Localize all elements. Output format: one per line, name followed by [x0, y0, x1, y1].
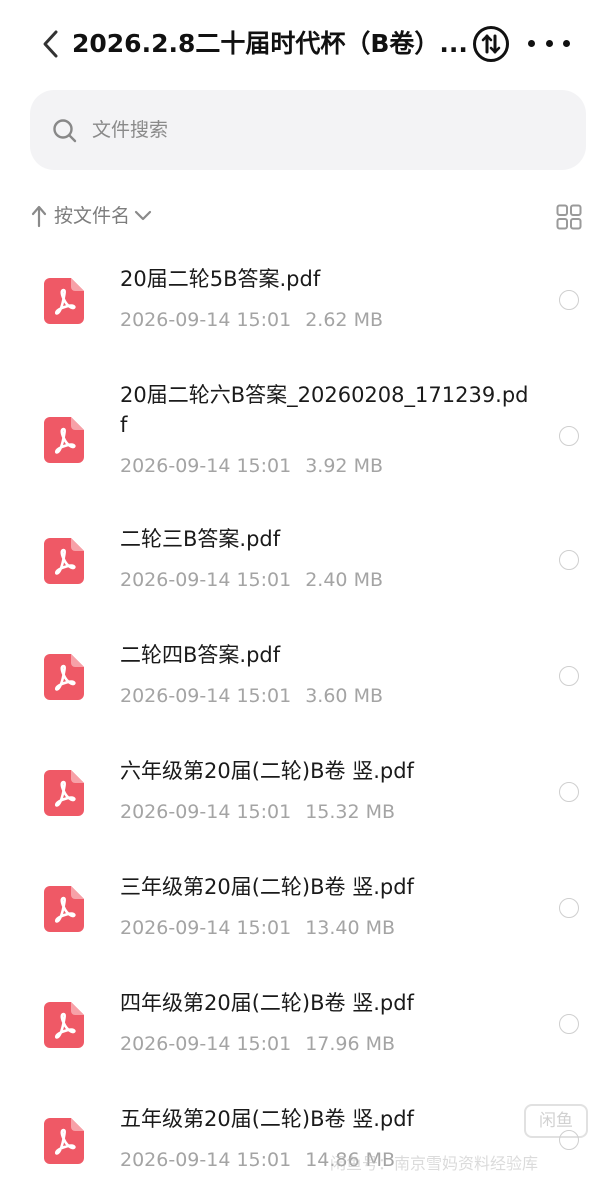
- sort-label: 按文件名: [54, 205, 131, 227]
- file-meta: 2026-09-14 15:01 3.60 MB: [120, 682, 383, 710]
- file-size: 13.40 MB: [305, 917, 396, 939]
- chevron-down-icon: [134, 210, 152, 221]
- back-button[interactable]: [36, 26, 66, 62]
- file-name: 五年级第20届(二轮)B卷 竖.pdf: [120, 1107, 414, 1131]
- file-list: 20届二轮5B答案.pdf 2026-09-14 15:01 2.62 MB 20届二…: [0, 244, 614, 1200]
- select-checkbox[interactable]: [559, 550, 579, 570]
- file-row[interactable]: 二轮四B答案.pdf 2026-09-14 15:01 3.60 MB: [0, 620, 614, 736]
- sort-circle-icon: [473, 26, 509, 62]
- page-title: 2026.2.8二十届时代杯（B卷）...: [72, 29, 468, 58]
- file-date: 2026-09-14 15:01: [120, 1149, 292, 1171]
- file-row[interactable]: 四年级第20届(二轮)B卷 竖.pdf 2026-09-14 15:01 17.96…: [0, 968, 614, 1084]
- pdf-file-icon: [44, 278, 84, 324]
- more-horizontal-icon: [563, 39, 570, 47]
- pdf-file-icon: [44, 886, 84, 932]
- file-size: 3.60 MB: [305, 685, 383, 707]
- grid-view-icon[interactable]: [556, 204, 582, 230]
- file-row[interactable]: 20届二轮5B答案.pdf 2026-09-14 15:01 2.62 MB: [0, 244, 614, 360]
- file-meta: 2026-09-14 15:01 3.92 MB: [120, 452, 383, 480]
- more-options-button[interactable]: [528, 28, 570, 58]
- chevron-left-icon: [43, 30, 58, 58]
- file-size: 2.40 MB: [305, 569, 383, 591]
- more-horizontal-icon: [528, 39, 535, 47]
- file-size: 17.96 MB: [305, 1033, 396, 1055]
- arrow-up-icon: [31, 205, 47, 228]
- file-size: 2.62 MB: [305, 309, 383, 331]
- file-row[interactable]: 三年级第20届(二轮)B卷 竖.pdf 2026-09-14 15:01 13.40…: [0, 852, 614, 968]
- file-row[interactable]: 五年级第20届(二轮)B卷 竖.pdf 2026-09-14 15:01 14.86…: [0, 1084, 614, 1200]
- pdf-file-icon: [44, 1002, 84, 1048]
- sort-toggle-button[interactable]: [472, 25, 510, 63]
- select-checkbox[interactable]: [559, 290, 579, 310]
- file-meta: 2026-09-14 15:01 2.62 MB: [120, 306, 383, 334]
- search-icon: [53, 119, 77, 143]
- file-name: 六年级第20届(二轮)B卷 竖.pdf: [120, 759, 414, 783]
- file-name: 20届二轮六B答案_20260208_171239.pdf: [120, 383, 529, 437]
- file-name: 二轮三B答案.pdf: [120, 527, 281, 551]
- pdf-file-icon: [44, 1118, 84, 1164]
- pdf-file-icon: [44, 654, 84, 700]
- file-date: 2026-09-14 15:01: [120, 569, 292, 591]
- file-size: 3.92 MB: [305, 455, 383, 477]
- file-size: 15.32 MB: [305, 801, 396, 823]
- more-horizontal-icon: [545, 39, 553, 47]
- file-meta: 2026-09-14 15:01 17.96 MB: [120, 1030, 395, 1058]
- pdf-file-icon: [44, 538, 84, 584]
- pdf-file-icon: [44, 770, 84, 816]
- file-row[interactable]: 二轮三B答案.pdf 2026-09-14 15:01 2.40 MB: [0, 504, 614, 620]
- file-meta: 2026-09-14 15:01 2.40 MB: [120, 566, 383, 594]
- search-placeholder: 文件搜索: [92, 119, 169, 141]
- file-name: 20届二轮5B答案.pdf: [120, 267, 321, 291]
- file-name: 四年级第20届(二轮)B卷 竖.pdf: [120, 991, 414, 1015]
- search-input[interactable]: 文件搜索: [30, 90, 586, 170]
- file-name: 三年级第20届(二轮)B卷 竖.pdf: [120, 875, 414, 899]
- file-row[interactable]: 20届二轮六B答案_20260208_171239.pdf 2026-09-14 …: [0, 360, 614, 504]
- file-name: 二轮四B答案.pdf: [120, 643, 281, 667]
- file-date: 2026-09-14 15:01: [120, 801, 292, 823]
- select-checkbox[interactable]: [559, 1014, 579, 1034]
- file-date: 2026-09-14 15:01: [120, 685, 292, 707]
- file-row[interactable]: 六年级第20届(二轮)B卷 竖.pdf 2026-09-14 15:01 15.32…: [0, 736, 614, 852]
- file-meta: 2026-09-14 15:01 13.40 MB: [120, 914, 395, 942]
- top-bar: 2026.2.8二十届时代杯（B卷）...: [0, 0, 614, 86]
- file-date: 2026-09-14 15:01: [120, 1033, 292, 1055]
- file-meta: 2026-09-14 15:01 15.32 MB: [120, 798, 395, 826]
- select-checkbox[interactable]: [559, 426, 579, 446]
- watermark-badge: 闲鱼: [524, 1104, 588, 1138]
- select-checkbox[interactable]: [559, 666, 579, 686]
- pdf-file-icon: [44, 417, 84, 463]
- file-date: 2026-09-14 15:01: [120, 917, 292, 939]
- sort-selector[interactable]: 按文件名: [30, 200, 152, 232]
- select-checkbox[interactable]: [559, 898, 579, 918]
- file-date: 2026-09-14 15:01: [120, 455, 292, 477]
- watermark-text: 闲鱼号：南京雪妈资料经验库: [330, 1154, 539, 1173]
- file-date: 2026-09-14 15:01: [120, 309, 292, 331]
- select-checkbox[interactable]: [559, 782, 579, 802]
